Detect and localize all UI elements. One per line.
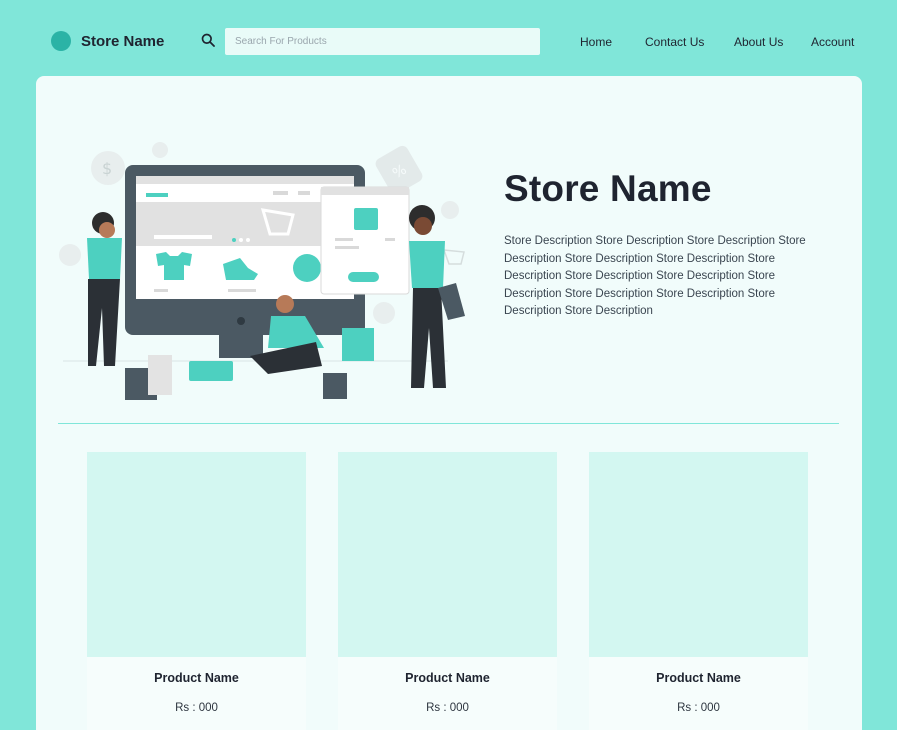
hero-description: Store Description Store Description Stor… [504,235,806,317]
product-card[interactable]: Product Name Rs : 000 [87,452,306,730]
product-image[interactable] [338,452,557,657]
search-input[interactable] [225,28,540,55]
svg-text:$: $ [102,159,112,178]
hero-shopping-illustration: $ % [59,142,465,400]
search-icon[interactable] [201,33,215,47]
product-name[interactable]: Product Name [589,671,808,685]
brand-name[interactable]: Store Name [81,33,164,50]
section-divider [58,423,839,424]
product-card[interactable]: Product Name Rs : 000 [338,452,557,730]
navbar: Store Name Home Contact Us About Us Acco… [0,0,897,76]
product-image[interactable] [87,452,306,657]
product-price: Rs : 000 [175,702,218,714]
product-name[interactable]: Product Name [338,671,557,685]
product-image[interactable] [589,452,808,657]
product-price: Rs : 000 [426,702,469,714]
product-name[interactable]: Product Name [87,671,306,685]
product-price: Rs : 000 [677,702,720,714]
nav-contact-link[interactable]: Contact Us [645,35,704,49]
main-panel: $ % Store Name Store Description Store D… [36,76,862,730]
nav-about-link[interactable]: About Us [734,35,783,49]
product-card[interactable]: Product Name Rs : 000 [589,452,808,730]
logo-icon[interactable] [51,31,71,51]
hero-title: Store Name [504,168,712,209]
nav-account-link[interactable]: Account [811,35,854,49]
nav-home-link[interactable]: Home [580,35,612,49]
